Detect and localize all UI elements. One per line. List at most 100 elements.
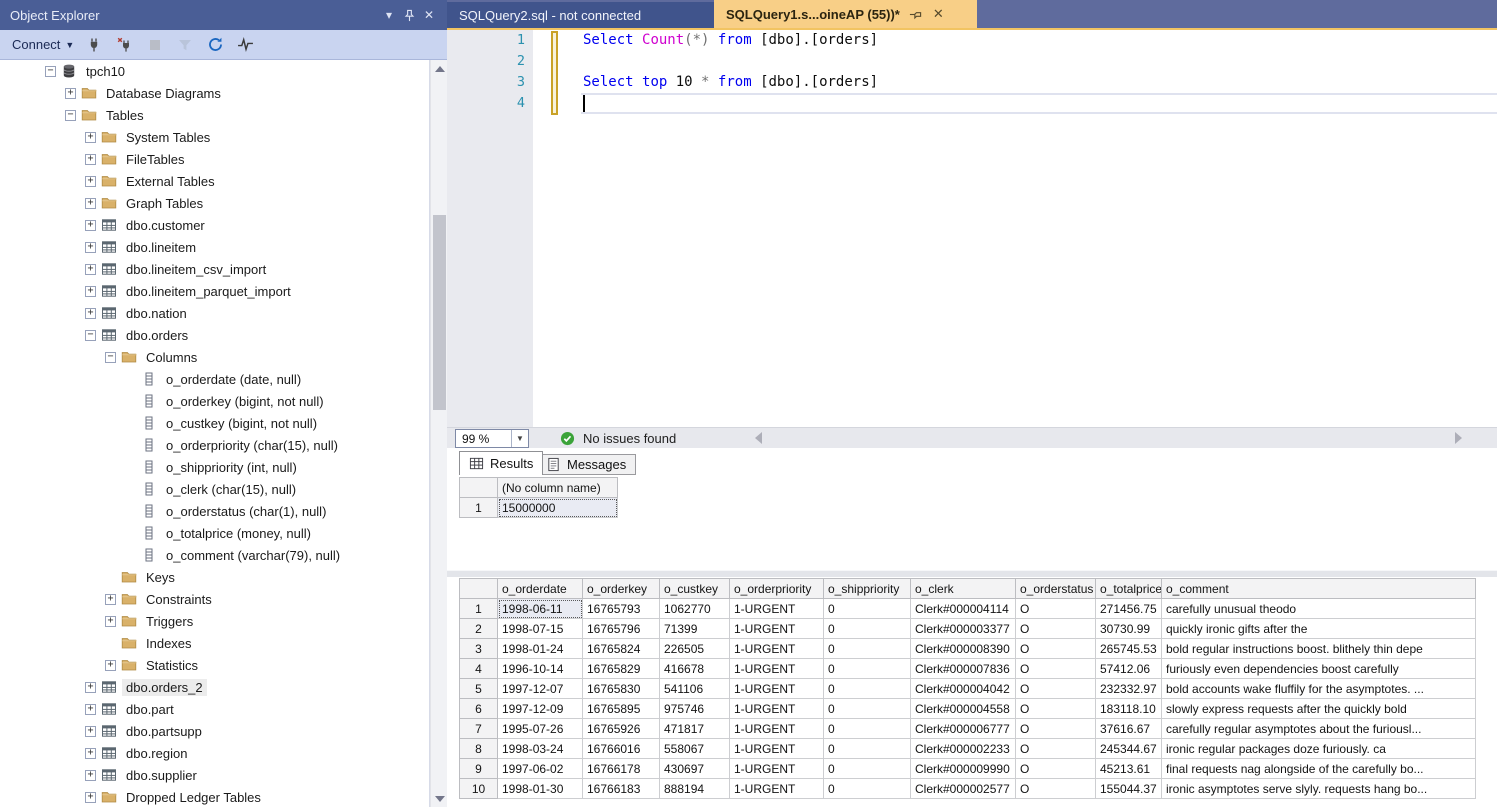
grid-cell[interactable]: 430697 (660, 759, 730, 779)
grid-cell[interactable]: 245344.67 (1096, 739, 1162, 759)
grid-column-header[interactable]: o_orderdate (498, 579, 583, 599)
tree-item[interactable]: +System Tables (0, 126, 429, 148)
tree-item[interactable]: +External Tables (0, 170, 429, 192)
tree-item[interactable]: o_orderkey (bigint, not null) (0, 390, 429, 412)
tree-expander-icon[interactable]: + (85, 748, 96, 759)
grid-column-header[interactable]: o_clerk (911, 579, 1016, 599)
grid-cell[interactable]: 0 (824, 659, 911, 679)
grid-cell[interactable]: 265745.53 (1096, 639, 1162, 659)
tab-close-icon[interactable]: ✕ (931, 7, 946, 22)
grid-cell[interactable]: 541106 (660, 679, 730, 699)
grid-cell[interactable]: O (1016, 719, 1096, 739)
tree-scrollbar[interactable] (430, 60, 447, 807)
tree-expander-icon[interactable]: + (85, 198, 96, 209)
grid-column-header[interactable]: o_orderstatus (1016, 579, 1096, 599)
grid-cell[interactable]: 226505 (660, 639, 730, 659)
grid-column-header[interactable]: o_comment (1162, 579, 1476, 599)
tree-expander-icon[interactable]: + (105, 616, 116, 627)
grid-cell[interactable]: O (1016, 739, 1096, 759)
tree-item[interactable]: −Columns (0, 346, 429, 368)
tree-expander-icon[interactable]: + (85, 682, 96, 693)
grid-cell[interactable]: O (1016, 759, 1096, 779)
grid-row-header[interactable]: 5 (460, 679, 498, 699)
grid-cell[interactable]: 30730.99 (1096, 619, 1162, 639)
tree-item[interactable]: −dbo.orders (0, 324, 429, 346)
grid-cell[interactable]: O (1016, 779, 1096, 799)
tree-item[interactable]: +Database Diagrams (0, 82, 429, 104)
tree-item[interactable]: o_custkey (bigint, not null) (0, 412, 429, 434)
grid-row-header[interactable]: 6 (460, 699, 498, 719)
grid-cell[interactable]: quickly ironic gifts after the (1162, 619, 1476, 639)
grid-cell[interactable]: 888194 (660, 779, 730, 799)
tab-sqlquery2[interactable]: SQLQuery2.sql - not connected (447, 2, 714, 28)
grid-cell[interactable]: O (1016, 659, 1096, 679)
tree-expander-icon[interactable]: + (85, 242, 96, 253)
grid-cell[interactable]: 1996-10-14 (498, 659, 583, 679)
grid-cell[interactable]: 1-URGENT (730, 719, 824, 739)
tree-item[interactable]: o_orderstatus (char(1), null) (0, 500, 429, 522)
grid-column-header[interactable]: (No column name) (498, 478, 618, 498)
grid-cell[interactable]: 1997-12-09 (498, 699, 583, 719)
tree-item[interactable]: Keys (0, 566, 429, 588)
grid-row-header[interactable]: 2 (460, 619, 498, 639)
zoom-level-combo[interactable]: 99 % ▼ (455, 429, 529, 448)
grid-cell[interactable]: 1-URGENT (730, 759, 824, 779)
scroll-down-icon[interactable] (431, 790, 448, 807)
tree-item[interactable]: +Triggers (0, 610, 429, 632)
tree-expander-icon[interactable]: + (85, 726, 96, 737)
grid-row-header[interactable]: 1 (460, 599, 498, 619)
tree-item[interactable]: +dbo.nation (0, 302, 429, 324)
grid-cell[interactable]: 1-URGENT (730, 779, 824, 799)
tree-expander-icon[interactable]: + (85, 704, 96, 715)
grid-cell[interactable]: 1062770 (660, 599, 730, 619)
grid-cell[interactable]: 16765793 (583, 599, 660, 619)
tree-item[interactable]: +Constraints (0, 588, 429, 610)
grid-cell[interactable]: Clerk#000004042 (911, 679, 1016, 699)
disconnect-icon[interactable] (116, 36, 134, 54)
tree-item[interactable]: +dbo.customer (0, 214, 429, 236)
grid-cell[interactable]: 0 (824, 759, 911, 779)
tree-expander-icon[interactable]: + (85, 264, 96, 275)
grid-cell[interactable]: Clerk#000003377 (911, 619, 1016, 639)
grid-cell[interactable]: 975746 (660, 699, 730, 719)
grid-cell[interactable]: 1-URGENT (730, 619, 824, 639)
grid-cell[interactable]: 1998-07-15 (498, 619, 583, 639)
hscroll-right-icon[interactable] (1455, 432, 1462, 444)
connect-object-icon[interactable] (86, 36, 104, 54)
grid-row-header[interactable]: 9 (460, 759, 498, 779)
grid-splitter[interactable] (447, 570, 1497, 577)
tree-item[interactable]: +dbo.lineitem_csv_import (0, 258, 429, 280)
grid-cell[interactable]: 0 (824, 619, 911, 639)
tree-expander-icon[interactable]: + (85, 154, 96, 165)
grid-cell[interactable]: 0 (824, 699, 911, 719)
tree-expander-icon[interactable]: − (85, 330, 96, 341)
grid-row-header[interactable]: 7 (460, 719, 498, 739)
grid-column-header[interactable]: o_shippriority (824, 579, 911, 599)
tree-item[interactable]: +dbo.supplier (0, 764, 429, 786)
tree-item[interactable]: o_comment (varchar(79), null) (0, 544, 429, 566)
tree-expander-icon[interactable]: − (45, 66, 56, 77)
grid-row-header[interactable]: 3 (460, 639, 498, 659)
connect-button[interactable]: Connect ▼ (12, 37, 74, 52)
grid-cell[interactable]: 416678 (660, 659, 730, 679)
grid-cell[interactable]: 155044.37 (1096, 779, 1162, 799)
tree-item[interactable]: o_totalprice (money, null) (0, 522, 429, 544)
tab-pin-icon[interactable] (908, 7, 923, 22)
grid-cell[interactable]: 1998-06-11 (498, 599, 583, 619)
grid-cell[interactable]: O (1016, 679, 1096, 699)
tree-item[interactable]: +FileTables (0, 148, 429, 170)
tree-expander-icon[interactable]: − (105, 352, 116, 363)
tree-item[interactable]: o_shippriority (int, null) (0, 456, 429, 478)
grid-cell[interactable]: 1-URGENT (730, 639, 824, 659)
pin-icon[interactable] (399, 5, 419, 25)
grid-cell[interactable]: 1-URGENT (730, 659, 824, 679)
grid-cell[interactable]: 1-URGENT (730, 679, 824, 699)
grid-cell[interactable]: 16765926 (583, 719, 660, 739)
tab-messages[interactable]: Messages (536, 454, 636, 475)
tree-expander-icon[interactable]: + (85, 286, 96, 297)
grid-cell[interactable]: ironic asymptotes serve slyly. requests … (1162, 779, 1476, 799)
grid-cell[interactable]: 16765830 (583, 679, 660, 699)
tree-item[interactable]: −tpch10 (0, 60, 429, 82)
tree-expander-icon[interactable]: + (85, 220, 96, 231)
grid-cell[interactable]: Clerk#000002577 (911, 779, 1016, 799)
